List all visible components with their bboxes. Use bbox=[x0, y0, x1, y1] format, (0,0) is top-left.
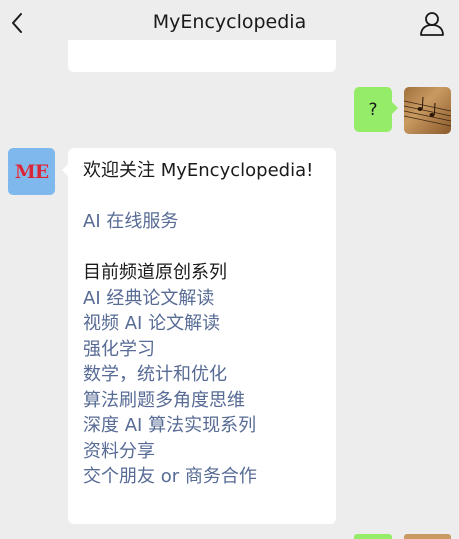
bot-message-bubble: 欢迎关注 MyEncyclopedia! AI 在线服务 目前频道原创系列 AI… bbox=[62, 148, 336, 524]
user-profile-icon[interactable] bbox=[419, 10, 445, 36]
series-link[interactable]: 数学，统计和优化 bbox=[83, 362, 322, 388]
bot-avatar[interactable]: ME bbox=[8, 148, 55, 195]
next-avatar-edge bbox=[404, 534, 451, 539]
bot-avatar-logo: ME bbox=[14, 160, 50, 183]
series-link[interactable]: 强化学习 bbox=[83, 337, 322, 363]
series-link[interactable]: AI 经典论文解读 bbox=[83, 286, 322, 312]
series-link[interactable]: 资料分享 bbox=[83, 439, 322, 465]
next-bubble-edge bbox=[354, 534, 392, 539]
user-message-text: ? bbox=[368, 99, 378, 120]
service-link[interactable]: AI 在线服务 bbox=[83, 209, 322, 235]
series-link[interactable]: 算法刷题多角度思维 bbox=[83, 388, 322, 414]
user-avatar[interactable] bbox=[404, 87, 451, 134]
page-title: MyEncyclopedia bbox=[152, 11, 307, 33]
series-link[interactable]: 交个朋友 or 商务合作 bbox=[83, 464, 322, 490]
series-link[interactable]: 视频 AI 论文解读 bbox=[83, 311, 322, 337]
bot-welcome-text: 欢迎关注 MyEncyclopedia! bbox=[83, 160, 314, 181]
series-heading: 目前频道原创系列 bbox=[83, 262, 227, 283]
user-message-bubble[interactable]: ? bbox=[354, 87, 398, 132]
previous-message-bubble bbox=[68, 40, 336, 72]
series-link[interactable]: 深度 AI 算法实现系列 bbox=[83, 413, 322, 439]
